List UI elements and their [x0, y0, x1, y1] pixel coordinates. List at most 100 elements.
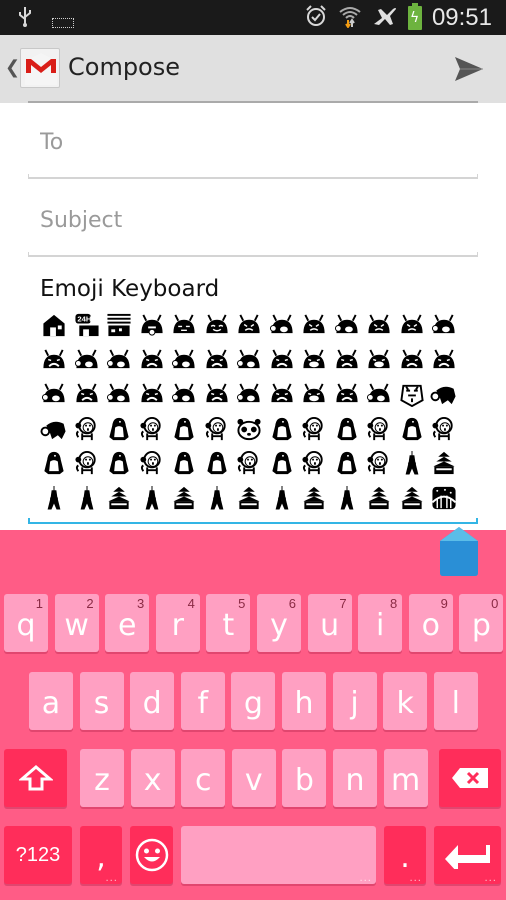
key-f[interactable]: f	[180, 672, 225, 730]
message-body[interactable]: Emoji Keyboard 24H	[28, 272, 478, 526]
key-n[interactable]: n	[333, 749, 377, 807]
penguin-emoji-icon	[266, 448, 299, 478]
penguin-emoji-icon	[38, 448, 71, 478]
key-e[interactable]: 3e	[105, 594, 150, 652]
key-label: n	[345, 763, 365, 798]
svg-text:24H: 24H	[77, 315, 92, 324]
more-indicator: ...	[484, 873, 497, 884]
status-bar: ϟ 09:51	[0, 0, 506, 35]
text-cursor-handle[interactable]	[440, 527, 478, 577]
key-o[interactable]: 9o	[408, 594, 453, 652]
emoji-key[interactable]	[130, 826, 173, 884]
tokyo-tower-emoji-icon	[38, 483, 71, 513]
key-m[interactable]: m	[383, 749, 428, 807]
key-r[interactable]: 4r	[155, 594, 200, 652]
emoji-row	[38, 481, 478, 516]
droid-sweat-emoji-icon	[103, 379, 136, 409]
battery-charging-icon: ϟ	[407, 3, 422, 30]
droid-sad-emoji-icon	[38, 345, 71, 375]
key-label: e	[117, 608, 137, 643]
key-label: c	[194, 763, 212, 798]
key-c[interactable]: c	[181, 749, 226, 807]
key-p[interactable]: 0p	[459, 594, 504, 652]
key-q[interactable]: 1q	[4, 594, 48, 652]
subject-field-underline	[28, 252, 478, 257]
key-hint: 3	[136, 596, 145, 611]
tiger-face-emoji-icon	[396, 379, 429, 409]
key-x[interactable]: x	[130, 749, 175, 807]
key-label: x	[143, 763, 162, 798]
droid-sweat-emoji-icon	[103, 345, 136, 375]
droid-angry-emoji-icon	[363, 310, 396, 340]
key-d[interactable]: d	[130, 672, 175, 730]
monkey-emoji-icon	[428, 414, 461, 444]
gmail-icon[interactable]	[20, 48, 60, 88]
penguin-emoji-icon	[331, 414, 364, 444]
tokyo-tower-emoji-icon	[136, 483, 169, 513]
castle-emoji-icon	[233, 483, 266, 513]
key-label: h	[294, 686, 314, 721]
droid-sweat-emoji-icon	[168, 345, 201, 375]
monkey-emoji-icon	[201, 414, 234, 444]
droid-sad-emoji-icon	[266, 345, 299, 375]
more-indicator: ...	[409, 873, 422, 884]
key-z[interactable]: z	[80, 749, 124, 807]
tokyo-tower-emoji-icon	[266, 483, 299, 513]
shift-key[interactable]	[4, 749, 67, 807]
monkey-emoji-icon	[136, 414, 169, 444]
castle-emoji-icon	[103, 483, 136, 513]
key-h[interactable]: h	[282, 672, 326, 730]
droid-sweat-emoji-icon	[331, 310, 364, 340]
key-label: a	[41, 686, 61, 721]
monkey-emoji-icon	[298, 448, 331, 478]
key-s[interactable]: s	[79, 672, 124, 730]
keyboard-icon	[52, 17, 74, 28]
key-label: l	[451, 686, 460, 721]
key-label: .	[400, 840, 410, 875]
to-field[interactable]	[40, 130, 460, 155]
droid-angry-emoji-icon	[233, 310, 266, 340]
key-j[interactable]: j	[332, 672, 377, 730]
send-icon	[455, 57, 483, 81]
key-b[interactable]: b	[282, 749, 327, 807]
key-a[interactable]: a	[29, 672, 73, 730]
key-label: k	[396, 686, 414, 721]
chevron-left-icon[interactable]: ❮	[5, 57, 20, 78]
subject-field[interactable]	[40, 208, 460, 233]
droid-sad-emoji-icon	[201, 345, 234, 375]
key-label: f	[197, 686, 209, 721]
penguin-emoji-icon	[266, 414, 299, 444]
to-field-underline	[28, 174, 478, 179]
space-key[interactable]: ...	[181, 826, 376, 884]
symbols-key[interactable]: ?123	[4, 826, 72, 884]
droid-sad-emoji-icon	[396, 345, 429, 375]
castle-emoji-icon	[396, 483, 429, 513]
backspace-key[interactable]	[439, 749, 501, 807]
key-y[interactable]: 6y	[257, 594, 301, 652]
key-u[interactable]: 7u	[307, 594, 352, 652]
comma-key[interactable]: ,...	[80, 826, 122, 884]
page-title: Compose	[68, 53, 181, 81]
key-i[interactable]: 8i	[358, 594, 403, 652]
emoji-row: 24H	[38, 308, 478, 343]
backspace-icon	[451, 767, 489, 789]
droid-crying-emoji-icon	[363, 345, 396, 375]
send-button[interactable]	[454, 55, 484, 83]
key-k[interactable]: k	[383, 672, 428, 730]
key-hint: 9	[440, 596, 448, 611]
monkey-emoji-icon	[71, 448, 104, 478]
key-hint: 6	[288, 596, 296, 611]
smiley-icon	[135, 838, 169, 872]
key-l[interactable]: l	[433, 672, 478, 730]
key-v[interactable]: v	[231, 749, 276, 807]
key-t[interactable]: 5t	[206, 594, 251, 652]
period-key[interactable]: ....	[384, 826, 426, 884]
divider	[28, 101, 478, 103]
key-w[interactable]: 2w	[54, 594, 99, 652]
monkey-emoji-icon	[71, 414, 104, 444]
enter-key[interactable]: ...	[434, 826, 501, 884]
usb-icon	[18, 7, 32, 34]
monkey-emoji-icon	[363, 414, 396, 444]
key-label: j	[350, 686, 359, 721]
key-g[interactable]: g	[231, 672, 276, 730]
